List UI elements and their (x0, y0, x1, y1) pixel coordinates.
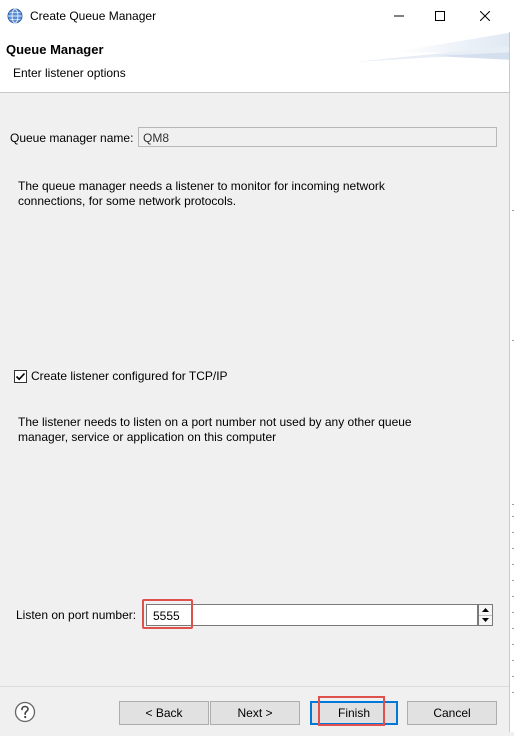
close-icon (480, 11, 490, 21)
queue-manager-name-field: QM8 (138, 127, 497, 147)
minimize-button[interactable] (376, 0, 422, 32)
help-icon[interactable] (14, 701, 36, 723)
create-queue-manager-dialog: Create Queue Manager Queue Manager Enter… (0, 0, 514, 736)
checkmark-icon (15, 372, 26, 380)
next-button[interactable]: Next > (210, 701, 300, 725)
port-number-input[interactable]: 5555 (146, 604, 478, 626)
create-listener-checkbox[interactable] (14, 369, 27, 383)
create-listener-option[interactable]: Create listener configured for TCP/IP (14, 369, 228, 383)
queue-manager-name-label: Queue manager name: (10, 131, 134, 145)
background-window-edge (509, 32, 514, 732)
spin-down-icon (482, 618, 489, 622)
port-highlight-box (142, 599, 193, 629)
banner-graphic (354, 32, 514, 62)
window-title: Create Queue Manager (30, 9, 157, 23)
page-title: Queue Manager (6, 42, 104, 57)
cancel-button[interactable]: Cancel (407, 701, 497, 725)
listener-info-text: The queue manager needs a listener to mo… (18, 179, 385, 208)
footer-divider (0, 686, 509, 687)
port-number-label: Listen on port number: (16, 608, 137, 622)
back-button[interactable]: < Back (119, 701, 209, 725)
port-info-text: The listener needs to listen on a port n… (18, 415, 412, 444)
port-spinner[interactable] (478, 604, 493, 626)
finish-highlight-box (318, 696, 385, 726)
wizard-header: Queue Manager Enter listener options (0, 32, 514, 92)
spin-up-icon (482, 608, 489, 612)
create-listener-label: Create listener configured for TCP/IP (31, 369, 228, 383)
maximize-icon (435, 11, 445, 21)
globe-icon (7, 8, 23, 24)
spin-down-button[interactable] (479, 615, 492, 625)
title-bar: Create Queue Manager (0, 0, 514, 32)
minimize-icon (394, 15, 404, 17)
maximize-button[interactable] (417, 0, 463, 32)
header-divider (0, 92, 514, 93)
page-subtitle: Enter listener options (13, 66, 126, 80)
close-button[interactable] (462, 0, 508, 32)
